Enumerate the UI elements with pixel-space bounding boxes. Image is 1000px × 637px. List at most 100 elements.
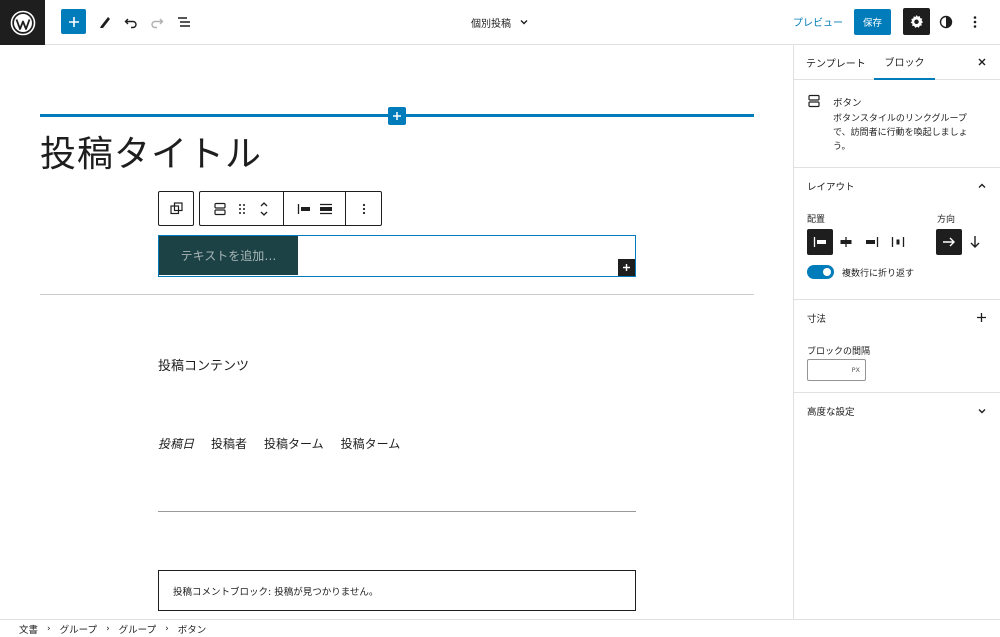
plus-icon bbox=[68, 16, 79, 27]
advanced-panel-toggle[interactable]: 高度な設定 bbox=[794, 393, 1000, 429]
drag-handle[interactable] bbox=[231, 192, 253, 225]
tab-block[interactable]: ブロック bbox=[874, 45, 935, 80]
wrap-toggle[interactable] bbox=[807, 265, 834, 279]
buttons-block[interactable]: テキストを追加… bbox=[158, 235, 636, 277]
post-terms-block[interactable]: 投稿ターム bbox=[264, 435, 324, 452]
drag-handle-icon bbox=[238, 203, 245, 214]
justify-right-icon bbox=[866, 237, 879, 247]
add-block-button[interactable] bbox=[61, 9, 86, 34]
orientation-control bbox=[936, 229, 988, 255]
panel-title: レイアウト bbox=[807, 182, 855, 193]
post-terms-block[interactable]: 投稿ターム bbox=[341, 435, 401, 452]
button-text-input[interactable]: テキストを追加… bbox=[159, 236, 298, 275]
contrast-icon bbox=[939, 15, 953, 29]
settings-sidebar: テンプレート ブロック ボタン ボタンスタイルのリンクグループで、訪問者に行動を… bbox=[793, 45, 1000, 619]
append-block-button[interactable] bbox=[618, 259, 635, 276]
layout-panel-toggle[interactable]: レイアウト bbox=[794, 168, 1000, 204]
chevron-right-icon: › bbox=[106, 623, 110, 634]
chevron-up-icon bbox=[978, 183, 986, 188]
block-card: ボタン ボタンスタイルのリンクグループで、訪問者に行動を喚起しましょう。 bbox=[794, 80, 1000, 168]
close-icon bbox=[978, 58, 986, 66]
justify-left-icon bbox=[813, 237, 826, 247]
justification-group bbox=[284, 192, 346, 225]
justify-right-option[interactable] bbox=[859, 229, 885, 255]
redo-icon bbox=[151, 18, 164, 29]
comments-block-notice[interactable]: 投稿コメントブロック: 投稿が見つかりません。 bbox=[158, 570, 636, 611]
more-options-button[interactable] bbox=[353, 192, 375, 225]
sidebar-tabs: テンプレート ブロック bbox=[794, 45, 1000, 80]
plus-icon bbox=[623, 264, 630, 271]
insert-block-button[interactable] bbox=[388, 107, 406, 125]
chevron-up-down-icon bbox=[260, 201, 267, 216]
plus-icon[interactable] bbox=[976, 312, 987, 323]
chevron-down-icon bbox=[520, 20, 528, 25]
unit-label: PX bbox=[851, 366, 860, 374]
more-options-group bbox=[346, 192, 381, 225]
options-button[interactable] bbox=[961, 8, 989, 36]
close-sidebar-button[interactable] bbox=[975, 55, 989, 69]
post-title[interactable]: 投稿タイトル bbox=[40, 125, 262, 177]
buttons-block-icon bbox=[808, 93, 820, 112]
select-parent-button[interactable] bbox=[158, 191, 194, 226]
advanced-panel: 高度な設定 bbox=[794, 393, 1000, 429]
post-meta-row: 投稿日 投稿者 投稿ターム 投稿ターム bbox=[158, 435, 400, 452]
editor-header: 個別投稿 プレビュー 保存 bbox=[0, 0, 1000, 45]
dimensions-panel: 寸法 ブロックの間隔 PX bbox=[794, 300, 1000, 393]
document-title-button[interactable]: 個別投稿 bbox=[440, 12, 560, 32]
block-mover-group bbox=[200, 192, 284, 225]
document-overview-button[interactable] bbox=[170, 8, 198, 36]
justify-space-between-option[interactable] bbox=[885, 229, 911, 255]
full-width-button[interactable] bbox=[315, 192, 337, 225]
save-button[interactable]: 保存 bbox=[854, 9, 891, 35]
wordpress-logo-button[interactable] bbox=[0, 0, 45, 45]
undo-icon bbox=[124, 18, 137, 29]
justify-center-option[interactable] bbox=[833, 229, 859, 255]
plus-icon bbox=[393, 112, 401, 120]
styles-button[interactable] bbox=[932, 8, 960, 36]
justify-left-icon bbox=[297, 203, 310, 214]
block-toolbar bbox=[199, 191, 382, 226]
post-date-block[interactable]: 投稿日 bbox=[158, 435, 194, 452]
parent-block-icon bbox=[169, 202, 183, 215]
post-content-block[interactable]: 投稿コンテンツ bbox=[158, 355, 249, 374]
list-view-icon bbox=[178, 17, 190, 27]
breadcrumb-item-current: ボタン bbox=[177, 624, 207, 636]
chevron-right-icon: › bbox=[47, 623, 51, 634]
undo-button[interactable] bbox=[117, 8, 145, 36]
more-vertical-icon bbox=[973, 16, 977, 28]
chevron-down-icon bbox=[978, 409, 986, 414]
dimensions-panel-header: 寸法 bbox=[794, 300, 1000, 336]
separator bbox=[40, 294, 754, 295]
justification-control bbox=[807, 229, 911, 255]
justify-center-icon bbox=[840, 237, 852, 247]
preview-button[interactable]: プレビュー bbox=[793, 14, 843, 29]
wordpress-icon bbox=[10, 10, 35, 35]
document-title: 個別投稿 bbox=[471, 18, 511, 30]
tab-template[interactable]: テンプレート bbox=[806, 45, 866, 80]
tools-button[interactable] bbox=[91, 8, 119, 36]
editor-canvas: 投稿タイトル テキストを追加… 投稿コンテンツ 投稿日 投稿者 投稿ターム 投稿… bbox=[0, 45, 793, 619]
buttons-block-icon bbox=[213, 202, 226, 215]
block-spacing-label: ブロックの間隔 bbox=[807, 347, 871, 357]
chevron-right-icon: › bbox=[165, 623, 169, 634]
more-vertical-icon bbox=[362, 203, 365, 214]
arrow-right-icon bbox=[943, 237, 955, 247]
settings-button[interactable] bbox=[903, 8, 930, 35]
wrap-toggle-label: 複数行に折り返す bbox=[842, 269, 915, 279]
block-card-title: ボタン bbox=[833, 98, 862, 109]
breadcrumb-item[interactable]: グループ bbox=[60, 622, 97, 636]
panel-title: 高度な設定 bbox=[807, 407, 855, 418]
block-type-button[interactable] bbox=[209, 192, 231, 225]
orientation-label: 方向 bbox=[937, 215, 956, 225]
breadcrumb-item[interactable]: グループ bbox=[119, 622, 156, 636]
orientation-vertical-option[interactable] bbox=[962, 229, 988, 255]
breadcrumb: 文書 › グループ › グループ › ボタン bbox=[0, 619, 1000, 637]
block-spacing-input[interactable]: PX bbox=[807, 359, 866, 381]
justify-left-button[interactable] bbox=[293, 192, 315, 225]
post-author-block[interactable]: 投稿者 bbox=[211, 435, 247, 452]
redo-button[interactable] bbox=[143, 8, 171, 36]
justify-left-option[interactable] bbox=[807, 229, 833, 255]
orientation-horizontal-option[interactable] bbox=[936, 229, 962, 255]
move-up-down-buttons[interactable] bbox=[253, 192, 275, 225]
breadcrumb-item[interactable]: 文書 bbox=[19, 622, 38, 636]
